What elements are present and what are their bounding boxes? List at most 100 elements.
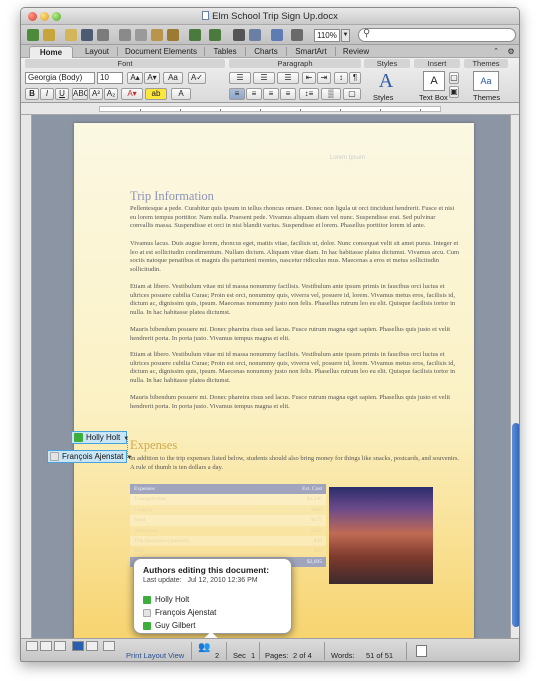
insert-group-header: Insert bbox=[414, 59, 460, 68]
text-box-icon[interactable]: A bbox=[423, 71, 445, 91]
numbering-button[interactable]: ☰ bbox=[253, 72, 275, 84]
popover-author-name: François Ajenstat bbox=[155, 608, 217, 617]
text-box-label: Text Box bbox=[419, 93, 448, 102]
themes-label: Themes bbox=[473, 93, 501, 102]
line-spacing-button[interactable]: ↕≡ bbox=[299, 88, 319, 100]
align-left-button[interactable]: ≡ bbox=[229, 88, 245, 100]
insert-picture-button[interactable]: ▣ bbox=[449, 86, 459, 98]
templates-icon[interactable] bbox=[43, 29, 55, 41]
vertical-ruler[interactable] bbox=[21, 115, 32, 638]
last-update-value: Jul 12, 2010 12:36 PM bbox=[187, 577, 258, 584]
justify-button[interactable]: ≡ bbox=[280, 88, 296, 100]
decrease-indent-button[interactable]: ⇤ bbox=[302, 72, 316, 84]
themes-icon[interactable]: Aa bbox=[473, 71, 499, 91]
tab-tables[interactable]: Tables bbox=[205, 46, 245, 58]
increase-indent-button[interactable]: ⇥ bbox=[317, 72, 331, 84]
ribbon-home-panel: Font Paragraph Styles Insert Themes Geor… bbox=[21, 58, 519, 103]
tab-review-label: Review bbox=[342, 47, 370, 56]
popover-author-holly-holt[interactable]: Holly Holt bbox=[143, 595, 189, 605]
bold-button[interactable]: B bbox=[25, 88, 39, 100]
text-effects-button[interactable]: A bbox=[171, 88, 191, 100]
print-layout-view-button[interactable] bbox=[72, 641, 84, 651]
zoom-dropdown-button[interactable]: ▼ bbox=[341, 29, 350, 42]
strikethrough-button[interactable]: ABC bbox=[72, 88, 88, 100]
insert-shape-button[interactable]: ▢ bbox=[449, 72, 459, 84]
table-row: Lodging $680 bbox=[130, 504, 326, 516]
shading-button[interactable]: ▒ bbox=[321, 88, 341, 100]
font-size-field[interactable]: 10 bbox=[97, 72, 123, 84]
styles-icon[interactable]: A bbox=[373, 70, 399, 92]
tab-review[interactable]: Review bbox=[336, 46, 376, 58]
highlight-button[interactable]: ab bbox=[145, 88, 167, 100]
expenses-table[interactable]: Expenses Est. Cost Transportation $1,245 L… bbox=[130, 484, 326, 568]
popover-author-guy-gilbert[interactable]: Guy Gilbert bbox=[143, 621, 195, 631]
ribbon-collapse-icon[interactable]: ⌃ bbox=[491, 46, 501, 58]
draft-view-button[interactable] bbox=[26, 641, 38, 651]
tab-layout[interactable]: Layout bbox=[77, 46, 117, 58]
paragraph-1: Pellentesque a pede. Curabitur quis ipsu… bbox=[130, 205, 455, 230]
clear-formatting-button[interactable]: A✓ bbox=[188, 72, 206, 84]
tab-home[interactable]: Home bbox=[29, 46, 73, 58]
borders-button[interactable]: ▢ bbox=[343, 88, 361, 100]
popover-author-francois-ajenstat[interactable]: François Ajenstat bbox=[143, 608, 216, 618]
superscript-button[interactable]: A² bbox=[89, 88, 103, 100]
shrink-font-button[interactable]: A▾ bbox=[144, 72, 160, 84]
canyon-photo[interactable] bbox=[329, 487, 433, 584]
font-color-button[interactable]: A▾ bbox=[121, 88, 143, 100]
tab-smartart[interactable]: SmartArt bbox=[287, 46, 335, 58]
change-case-button[interactable]: Aa bbox=[163, 72, 183, 84]
ruler-tick bbox=[380, 109, 381, 111]
undo-icon[interactable] bbox=[189, 29, 201, 41]
window-title: Elm School Trip Sign Up.docx bbox=[21, 11, 519, 22]
table-row: Attractions $325 bbox=[130, 525, 326, 536]
outline-view-button[interactable] bbox=[40, 641, 52, 651]
copy-icon[interactable] bbox=[135, 29, 147, 41]
vertical-scrollbar[interactable] bbox=[510, 115, 519, 638]
format-painter-icon[interactable] bbox=[167, 29, 179, 41]
tab-charts[interactable]: Charts bbox=[246, 46, 286, 58]
align-center-button[interactable]: ≡ bbox=[246, 88, 262, 100]
status-bar: Print Layout View 👥 2 Sec 1 Pages: 2 of … bbox=[21, 638, 519, 661]
bullets-button[interactable]: ☰ bbox=[229, 72, 251, 84]
popover-last-update: Last update: Jul 12, 2010 12:36 PM bbox=[143, 577, 258, 584]
media-browser-icon[interactable] bbox=[291, 29, 303, 41]
author-presence-icon bbox=[50, 452, 59, 461]
print-icon[interactable] bbox=[97, 29, 109, 41]
open-folder-icon[interactable] bbox=[65, 29, 77, 41]
full-screen-view-button[interactable] bbox=[103, 641, 115, 651]
heading-expenses: Expenses bbox=[130, 438, 178, 452]
show-paragraph-marks-button[interactable]: ¶ bbox=[349, 72, 361, 84]
cut-icon[interactable] bbox=[119, 29, 131, 41]
search-input[interactable]: ⚲ bbox=[358, 28, 516, 42]
redo-icon[interactable] bbox=[209, 29, 221, 41]
multilevel-list-button[interactable]: ☰ bbox=[277, 72, 299, 84]
subscript-button[interactable]: A₂ bbox=[104, 88, 118, 100]
proofing-status-icon[interactable] bbox=[416, 645, 427, 657]
author-presence-icon bbox=[143, 622, 151, 630]
font-name-field[interactable]: Georgia (Body) bbox=[25, 72, 95, 84]
notebook-view-button[interactable] bbox=[86, 641, 98, 651]
authors-people-icon[interactable]: 👥 bbox=[198, 642, 210, 653]
new-document-icon[interactable] bbox=[27, 29, 39, 41]
zoom-field[interactable]: 110% bbox=[314, 29, 340, 42]
toolbox-icon[interactable] bbox=[271, 29, 283, 41]
grow-font-button[interactable]: A▴ bbox=[127, 72, 143, 84]
tab-document-elements[interactable]: Document Elements bbox=[118, 46, 204, 58]
sort-button[interactable]: ↕ bbox=[334, 72, 348, 84]
tab-document-elements-label: Document Elements bbox=[124, 47, 198, 56]
table-cell-item: Food bbox=[134, 517, 146, 524]
align-right-button[interactable]: ≡ bbox=[263, 88, 279, 100]
sidebar-icon[interactable] bbox=[249, 29, 261, 41]
paste-icon[interactable] bbox=[151, 29, 163, 41]
ribbon-options-gear-icon[interactable]: ⚙ bbox=[505, 46, 517, 58]
horizontal-ruler[interactable] bbox=[21, 103, 519, 115]
show-formatting-icon[interactable] bbox=[233, 29, 245, 41]
author-flag-francois-ajenstat[interactable]: François Ajenstat ▼ bbox=[47, 450, 132, 463]
save-icon[interactable] bbox=[81, 29, 93, 41]
scrollbar-thumb[interactable] bbox=[512, 423, 519, 627]
author-flag-holly-holt[interactable]: Holly Holt ▼ bbox=[71, 431, 129, 444]
italic-button[interactable]: I bbox=[40, 88, 54, 100]
author-flag-connector bbox=[127, 437, 131, 458]
underline-button[interactable]: U bbox=[55, 88, 69, 100]
publishing-layout-view-button[interactable] bbox=[54, 641, 66, 651]
